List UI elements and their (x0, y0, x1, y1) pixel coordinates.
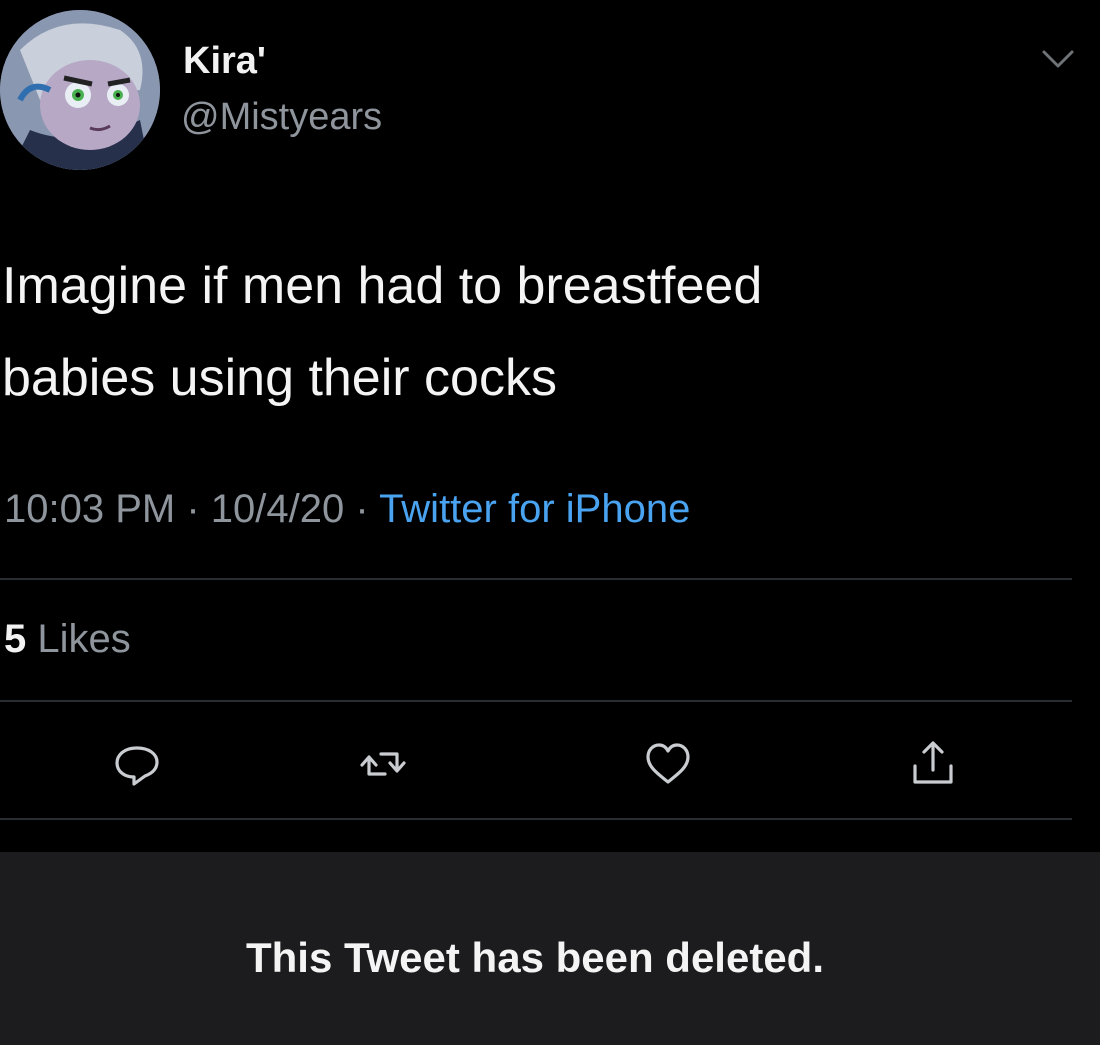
share-button[interactable] (903, 734, 963, 794)
display-name[interactable]: Kira' (183, 40, 266, 83)
divider (0, 700, 1072, 702)
tweet-meta: 10:03 PM · 10/4/20 · Twitter for iPhone (4, 487, 690, 532)
divider (0, 818, 1072, 820)
share-icon (913, 741, 953, 784)
tweet-text-line-1: Imagine if men had to breastfeed (2, 257, 763, 315)
heart-icon (646, 743, 690, 784)
avatar-image (0, 10, 160, 170)
deleted-notice-text: This Tweet has been deleted. (245, 933, 825, 981)
meta-separator: · (175, 487, 211, 531)
tweet-source-link[interactable]: Twitter for iPhone (379, 487, 690, 531)
like-button[interactable] (638, 734, 698, 794)
tweet-time: 10:03 PM (4, 487, 176, 531)
divider (0, 578, 1072, 580)
reply-button[interactable] (107, 734, 167, 794)
reply-icon (115, 746, 159, 786)
chevron-down-icon[interactable] (1040, 44, 1076, 74)
retweet-button[interactable] (353, 734, 413, 794)
retweet-icon (360, 752, 406, 776)
avatar[interactable] (0, 10, 160, 170)
tweet-date: 10/4/20 (210, 487, 345, 531)
user-handle[interactable]: @Mistyears (181, 96, 382, 139)
tweet-text: Imagine if men had to breastfeed babies u… (2, 240, 1062, 424)
likes-count: 5 (4, 617, 27, 661)
tweet-text-line-2: babies using their cocks (2, 349, 557, 407)
likes-link[interactable]: 5 Likes (4, 617, 131, 662)
likes-label: Likes (37, 617, 131, 661)
deleted-notice-bar: This Tweet has been deleted. (0, 852, 1100, 1045)
meta-separator: · (344, 487, 380, 531)
tweet-card: Kira' @Mistyears Imagine if men had to b… (0, 0, 1100, 850)
